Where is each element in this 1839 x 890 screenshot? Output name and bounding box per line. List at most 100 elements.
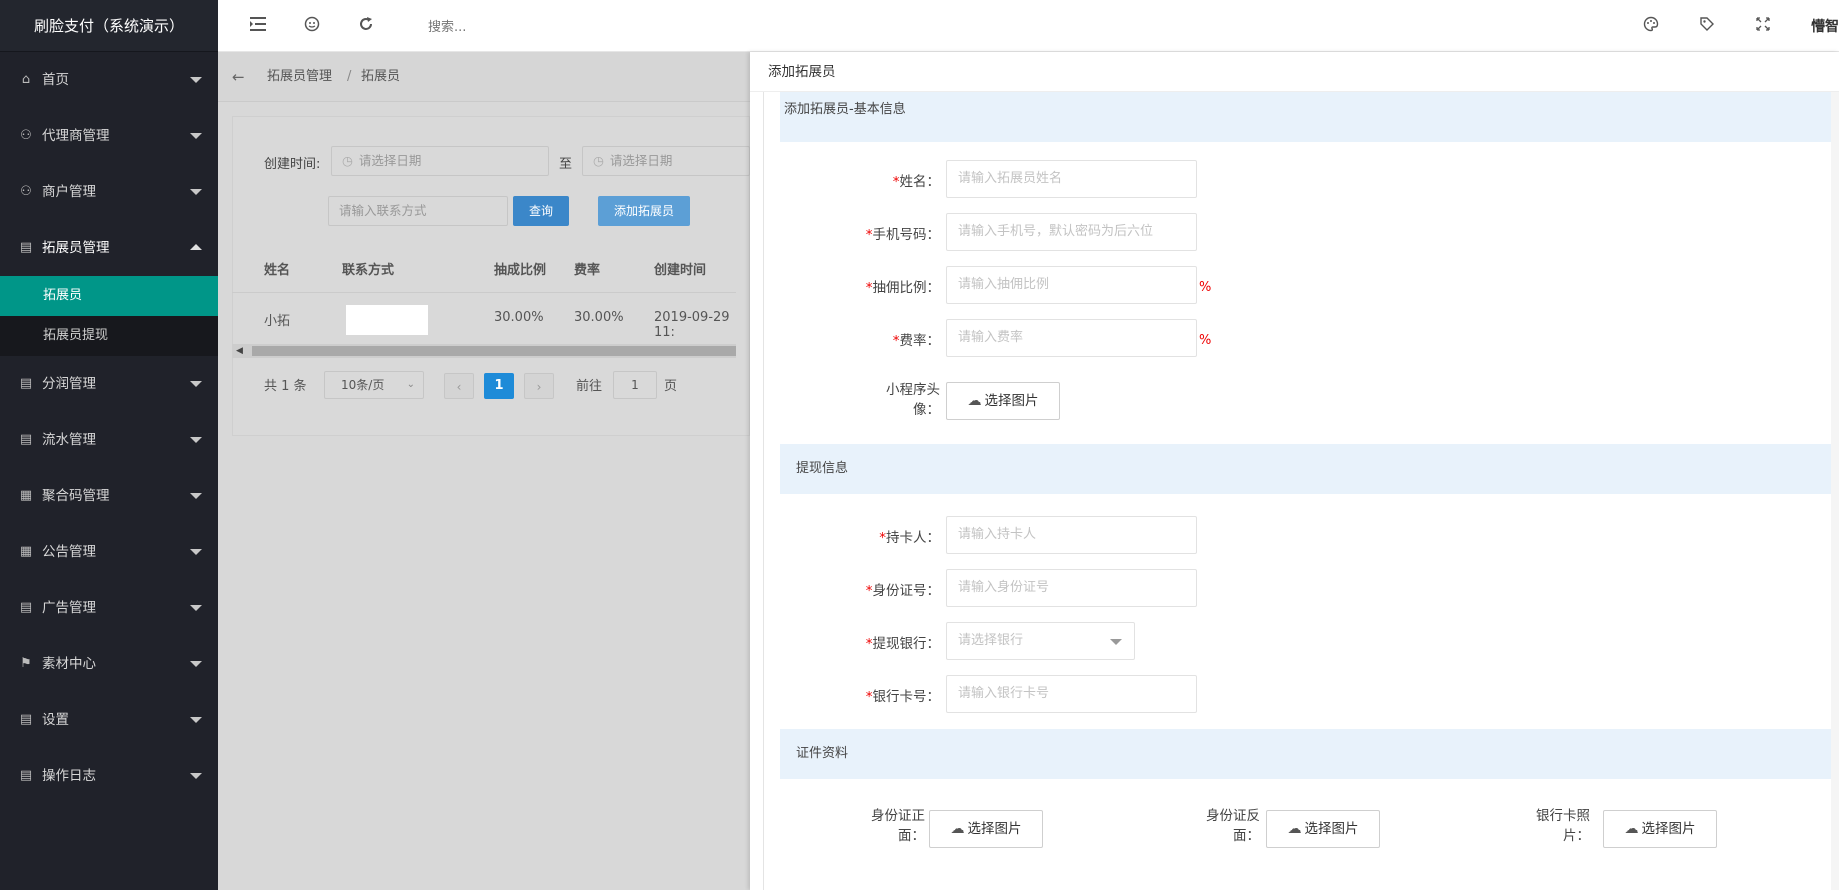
cell-name: 小拓 (264, 314, 291, 329)
sidebar-item[interactable]: ▤ 流水管理 (0, 412, 218, 468)
sidebar-item[interactable]: ⚇ 商户管理 (0, 164, 218, 220)
main-content: ← 拓展员管理 / 拓展员 创建时间: ◷ 请选择日期 至 ◷ 请选择日期 请输入联… (218, 52, 750, 890)
rate-label: *费率： (800, 329, 940, 349)
card-input[interactable]: 请输入银行卡号 (946, 675, 1197, 713)
qrcode-icon: ▦ (19, 544, 33, 559)
commission-percent: % (1199, 280, 1212, 295)
rate-percent: % (1199, 333, 1212, 348)
phone-label-text: 手机号码： (872, 227, 941, 243)
sidebar-item-label: 商户管理 (42, 184, 96, 200)
idno-input[interactable]: 请输入身份证号 (946, 569, 1197, 607)
theme-icon[interactable] (1641, 16, 1661, 36)
scroll-thumb[interactable] (252, 346, 736, 356)
cell-commission: 30.00% (494, 310, 544, 325)
globe-icon[interactable] (302, 16, 322, 36)
caret-up-icon (190, 244, 202, 250)
cell-rate: 30.00% (574, 310, 624, 325)
sidebar-item[interactable]: ▦ 聚合码管理 (0, 468, 218, 524)
phone-label: *手机号码： (800, 223, 940, 243)
current-page[interactable]: 1 (484, 373, 514, 399)
avatar-upload-button[interactable]: ☁ 选择图片 (946, 382, 1060, 420)
sidebar-item-label: 代理商管理 (42, 128, 110, 144)
id-front-line2: 面： (898, 828, 925, 844)
id-front-label: 身份证正面： (845, 806, 925, 846)
caret-down-icon (190, 717, 202, 723)
phone-placeholder: 请输入手机号，默认密码为后六位 (958, 224, 1154, 239)
sidebar-item-label: 拓展员管理 (42, 240, 110, 256)
start-date-input[interactable]: ◷ 请选择日期 (331, 146, 549, 176)
bank-label: *提现银行： (800, 632, 940, 652)
name-input[interactable]: 请输入拓展员姓名 (946, 160, 1197, 198)
tag-icon[interactable] (1697, 16, 1717, 36)
sidebar-submenu: 拓展员 拓展员提现 (0, 276, 218, 356)
sidebar-subitem[interactable]: 拓展员提现 (0, 316, 218, 356)
drawer-scrollbar[interactable] (1831, 92, 1839, 890)
total-count: 共 1 条 (264, 379, 307, 394)
query-button[interactable]: 查询 (513, 196, 569, 226)
sidebar-item[interactable]: ▦ 公告管理 (0, 524, 218, 580)
breadcrumb: ← 拓展员管理 / 拓展员 (218, 52, 750, 102)
horizontal-scrollbar[interactable]: ◀ (232, 344, 736, 358)
idno-placeholder: 请输入身份证号 (958, 580, 1050, 595)
chevron-down-icon (1110, 639, 1122, 645)
drawer-title: 添加拓展员 (750, 52, 1839, 92)
goto-page-input[interactable]: 1 (613, 371, 657, 399)
bank-label-text: 提现银行： (872, 636, 941, 652)
commission-input[interactable]: 请输入抽佣比例 (946, 266, 1197, 304)
required-mark: * (865, 227, 873, 243)
next-page-button[interactable]: › (524, 373, 554, 399)
upload-label: 选择图片 (1641, 821, 1696, 837)
cell-created: 2019-09-29 11: (654, 310, 730, 340)
bankcard-upload-button[interactable]: ☁ 选择图片 (1603, 810, 1717, 848)
sidebar-item[interactable]: ⌂ 首页 (0, 52, 218, 108)
sidebar-item[interactable]: ▤ 拓展员管理 (0, 220, 218, 276)
sidebar-subitem[interactable]: 拓展员 (0, 276, 218, 316)
sidebar-item[interactable]: ▤ 设置 (0, 692, 218, 748)
sidebar-item-label: 分润管理 (42, 376, 96, 392)
commission-label: *抽佣比例： (800, 276, 940, 296)
bank-select[interactable]: 请选择银行 (946, 622, 1135, 660)
phone-input[interactable]: 请输入手机号，默认密码为后六位 (946, 213, 1197, 251)
contact-redacted (346, 305, 428, 335)
required-mark: * (892, 174, 900, 190)
prev-page-button[interactable]: ‹ (444, 373, 474, 399)
cloud-upload-icon: ☁ (950, 821, 965, 837)
id-front-line1: 身份证正 (871, 808, 925, 824)
caret-down-icon (190, 189, 202, 195)
refresh-icon[interactable] (356, 16, 376, 36)
add-expander-button[interactable]: 添加拓展员 (598, 196, 690, 226)
column-header-name: 姓名 (264, 263, 291, 278)
holder-placeholder: 请输入持卡人 (958, 527, 1037, 542)
card-label-text: 银行卡号： (872, 689, 941, 705)
breadcrumb-item[interactable]: 拓展员管理 (267, 52, 332, 102)
id-back-line1: 身份证反 (1206, 808, 1260, 824)
scroll-left-icon[interactable]: ◀ (236, 346, 243, 356)
sidebar-item[interactable]: ▤ 广告管理 (0, 580, 218, 636)
sidebar-item-label: 广告管理 (42, 600, 96, 616)
end-date-input[interactable]: ◷ 请选择日期 (582, 146, 750, 176)
bankcard-line2: 片： (1563, 828, 1590, 844)
drawer-divider (763, 92, 764, 890)
caret-down-icon (190, 549, 202, 555)
page-size-select[interactable]: 10条/页 ⌄ (324, 371, 424, 399)
contact-input[interactable]: 请输入联系方式 (328, 196, 508, 226)
id-front-upload-button[interactable]: ☁ 选择图片 (929, 810, 1043, 848)
sidebar-item[interactable]: ▤ 分润管理 (0, 356, 218, 412)
sidebar-item[interactable]: ⚑ 素材中心 (0, 636, 218, 692)
caret-down-icon (190, 437, 202, 443)
id-back-upload-button[interactable]: ☁ 选择图片 (1266, 810, 1380, 848)
name-label-text: 姓名： (899, 174, 941, 190)
app-title: 刷脸支付（系统演示） (0, 0, 218, 52)
search-input[interactable] (426, 17, 686, 37)
caret-down-icon (190, 493, 202, 499)
contact-placeholder: 请输入联系方式 (339, 203, 427, 218)
menu-toggle-icon[interactable] (248, 16, 268, 36)
sidebar-item[interactable]: ⚇ 代理商管理 (0, 108, 218, 164)
required-mark: * (865, 689, 873, 705)
back-arrow-icon[interactable]: ← (232, 52, 245, 102)
rate-input[interactable]: 请输入费率 (946, 319, 1197, 357)
holder-input[interactable]: 请输入持卡人 (946, 516, 1197, 554)
fullscreen-icon[interactable] (1753, 16, 1773, 36)
sidebar-item[interactable]: ▤ 操作日志 (0, 748, 218, 804)
user-name[interactable]: 懵智 (1811, 16, 1839, 36)
